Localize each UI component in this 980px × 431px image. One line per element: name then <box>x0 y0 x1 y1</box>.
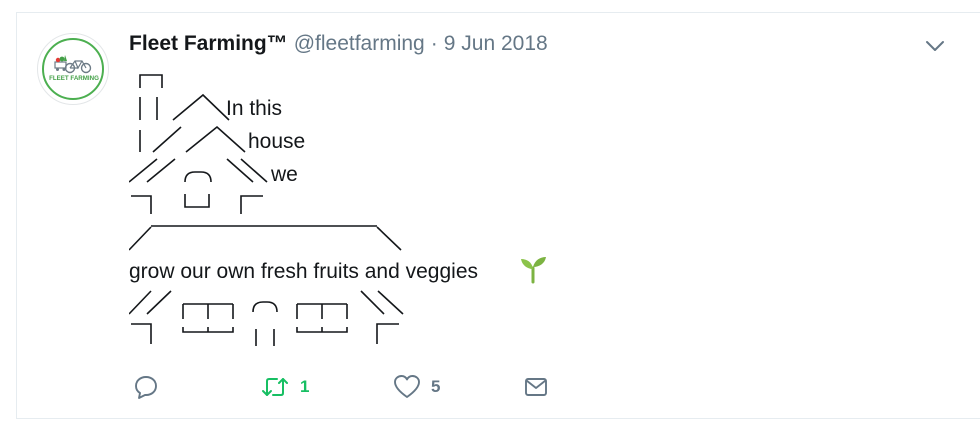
envelope-icon <box>525 378 547 396</box>
svg-text:FLEET FARMING: FLEET FARMING <box>49 75 99 82</box>
tweet-menu-button[interactable] <box>923 36 947 56</box>
art-line-grow: grow our own fresh fruits and veggies <box>129 260 479 283</box>
chevron-down-icon <box>926 41 944 51</box>
left-divider <box>16 12 17 419</box>
art-line-house: house <box>248 130 306 153</box>
fleet-farming-logo: FLEET FARMING <box>49 55 99 82</box>
seedling-icon <box>521 257 546 284</box>
tweet-actions: 1 5 <box>129 368 589 406</box>
reply-icon <box>135 376 157 399</box>
tweet-date[interactable]: 9 Jun 2018 <box>444 32 548 55</box>
retweet-icon <box>262 378 288 396</box>
retweet-button[interactable]: 1 <box>260 368 309 406</box>
reply-button[interactable] <box>133 368 159 406</box>
heart-icon <box>394 375 420 398</box>
author-display-name[interactable]: Fleet Farming™ <box>129 32 288 55</box>
avatar[interactable]: FLEET FARMING <box>37 33 109 105</box>
tweet-card: FLEET FARMING Fleet Farming™ @fleetfarmin… <box>0 0 980 431</box>
header-separator: · <box>430 32 438 55</box>
art-line-in-this: In this <box>226 97 283 120</box>
direct-message-button[interactable] <box>523 368 549 406</box>
tweet-header: Fleet Farming™ @fleetfarming · 9 Jun 2018 <box>129 30 548 58</box>
bottom-divider <box>16 418 980 419</box>
tweet-text: In this house we grow our own fresh frui… <box>129 64 569 364</box>
art-line-we: we <box>271 163 298 186</box>
ascii-house-art <box>129 74 404 346</box>
retweet-count: 1 <box>300 377 310 396</box>
author-handle[interactable]: @fleetfarming <box>294 32 425 55</box>
like-button[interactable]: 5 <box>393 368 440 406</box>
like-count: 5 <box>431 377 441 396</box>
top-divider <box>16 12 980 13</box>
